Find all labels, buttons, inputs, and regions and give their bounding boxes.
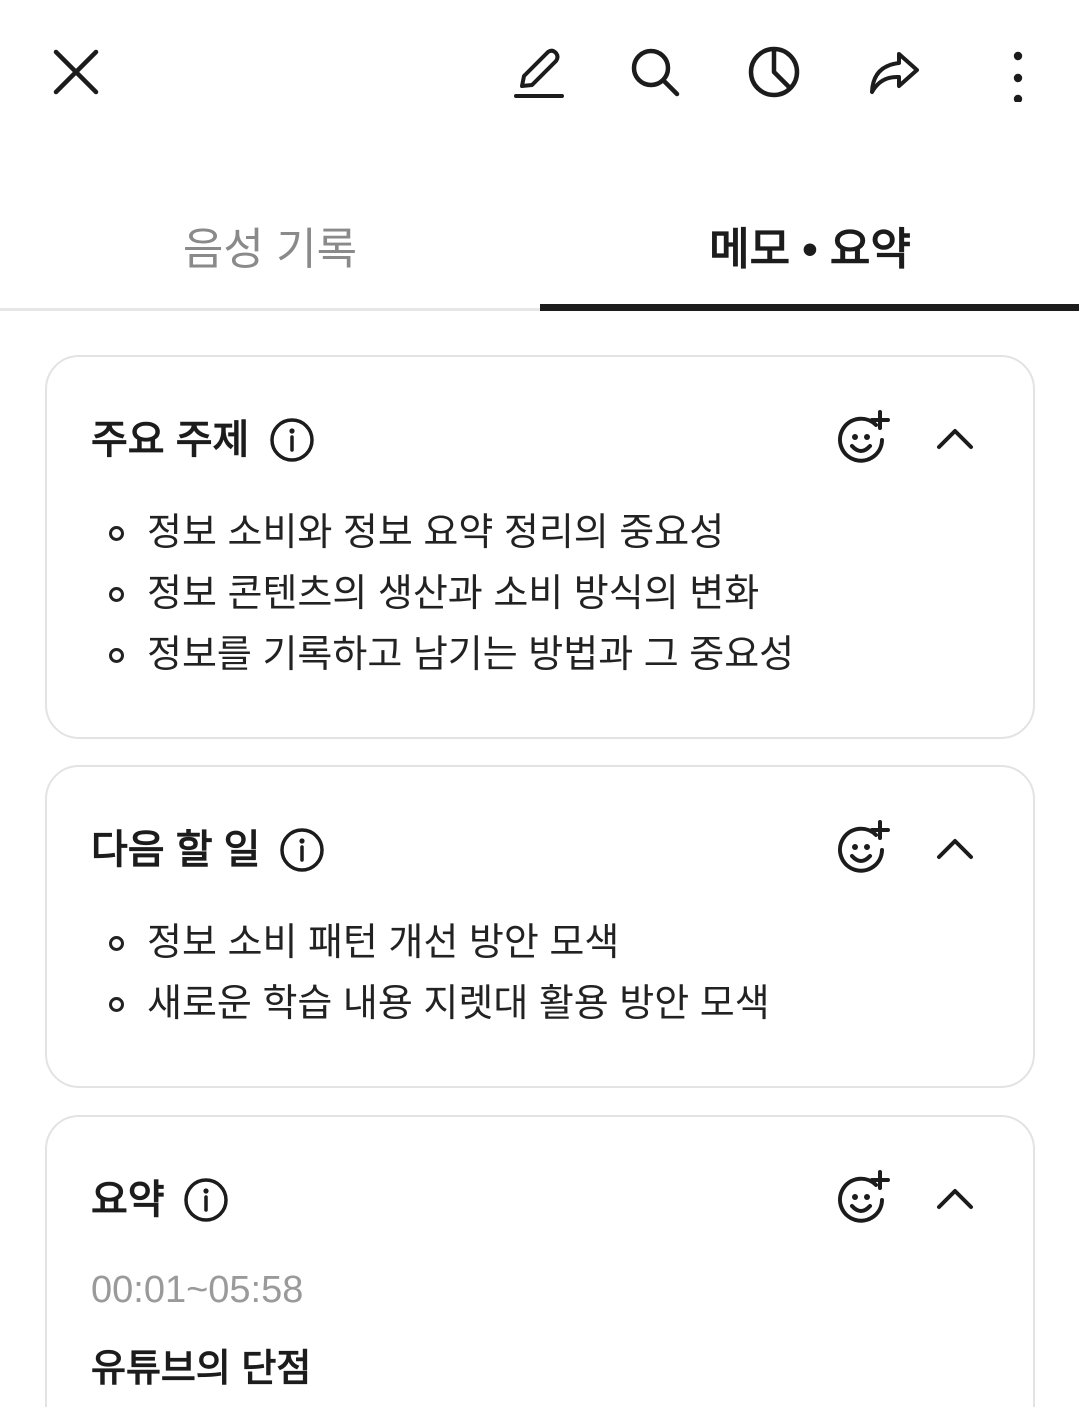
bullet-icon [109, 526, 124, 541]
collapse-button[interactable] [931, 1175, 979, 1223]
share-icon [870, 52, 919, 94]
list-item: 새로운 학습 내용 지렛대 활용 방안 모색 [107, 974, 993, 1035]
info-icon[interactable] [183, 1177, 229, 1223]
list-item: 정보를 기록하고 남기는 방법과 그 중요성 [107, 625, 993, 686]
tab-memo-summary[interactable]: 메모 • 요약 [540, 185, 1079, 311]
collapse-button[interactable] [931, 825, 979, 873]
pencil-icon [514, 48, 564, 98]
bullet-icon [109, 997, 124, 1012]
card-title: 다음 할 일 [91, 828, 261, 872]
collapse-button[interactable] [931, 415, 979, 463]
summary-section-heading: 유튜브의 단점 [91, 1348, 312, 1390]
add-emoji-icon [838, 820, 890, 873]
tab-voice-record[interactable]: 음성 기록 [0, 185, 540, 311]
card-title: 요약 [91, 1178, 165, 1222]
edit-button[interactable] [500, 34, 576, 110]
add-emoji-icon [838, 410, 890, 463]
tab-bar: 음성 기록 메모 • 요약 [0, 185, 1079, 311]
card-summary: 요약 00:01~05:58 유튜브의 단점 [45, 1115, 1035, 1407]
list-item: 정보 소비 패턴 개선 방안 모색 [107, 913, 993, 974]
card-title: 주요 주제 [91, 418, 250, 462]
topic-list: 정보 소비와 정보 요약 정리의 중요성 정보 콘텐츠의 생산과 소비 방식의 … [107, 503, 993, 686]
add-reaction-button[interactable] [833, 410, 893, 470]
search-icon [631, 48, 680, 97]
bullet-icon [109, 648, 124, 663]
stats-button[interactable] [736, 34, 812, 110]
bullet-icon [109, 587, 124, 602]
chevron-up-icon [937, 839, 973, 859]
card-main-topics: 주요 주제 정보 소비와 정보 요약 정리의 중요성 정보 콘텐츠의 생산과 소… [45, 355, 1035, 739]
more-vertical-icon [1013, 51, 1023, 102]
active-tab-indicator [540, 304, 1079, 311]
close-icon [53, 49, 99, 95]
card-header: 주요 주제 [91, 407, 989, 473]
search-button[interactable] [617, 34, 693, 110]
card-header: 다음 할 일 [91, 817, 989, 883]
page: 음성 기록 메모 • 요약 주요 주제 정보 소비와 정보 요약 정리의 중요성… [0, 0, 1079, 1407]
card-next-actions: 다음 할 일 정보 소비 패턴 개선 방안 모색 새로운 학습 내용 지렛대 활… [45, 765, 1035, 1088]
card-header: 요약 [91, 1167, 989, 1233]
close-button[interactable] [38, 34, 114, 110]
share-button[interactable] [855, 34, 931, 110]
info-icon[interactable] [269, 417, 315, 463]
bullet-icon [109, 936, 124, 951]
list-item: 정보 소비와 정보 요약 정리의 중요성 [107, 503, 993, 564]
action-list: 정보 소비 패턴 개선 방안 모색 새로운 학습 내용 지렛대 활용 방안 모색 [107, 913, 993, 1035]
chevron-up-icon [937, 1189, 973, 1209]
pie-chart-icon [748, 46, 800, 98]
add-reaction-button[interactable] [833, 1170, 893, 1230]
more-button[interactable] [972, 34, 1048, 110]
list-item: 정보 콘텐츠의 생산과 소비 방식의 변화 [107, 564, 993, 625]
info-icon[interactable] [279, 827, 325, 873]
summary-time-range[interactable]: 00:01~05:58 [91, 1269, 303, 1312]
add-emoji-icon [838, 1170, 890, 1223]
add-reaction-button[interactable] [833, 820, 893, 880]
top-toolbar [0, 0, 1079, 145]
chevron-up-icon [937, 429, 973, 449]
